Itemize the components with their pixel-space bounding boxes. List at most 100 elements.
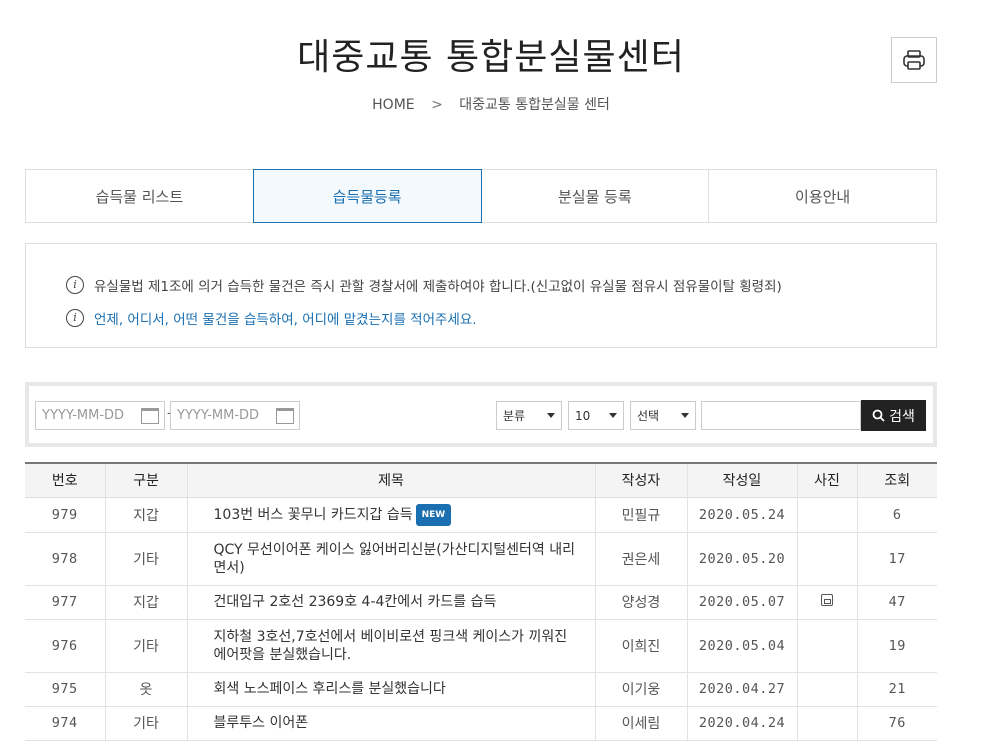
row-subject-link[interactable]: 지하철 3호선,7호선에서 베이비로션 핑크색 케이스가 끼워진 에어팟을 분실… bbox=[214, 629, 568, 663]
breadcrumb-home[interactable]: HOME bbox=[372, 97, 414, 113]
table-row[interactable]: 979 지갑 103번 버스 꽃무니 카드지갑 습득 NEW 민필규 2020.0… bbox=[25, 497, 937, 533]
tab-lost-register[interactable]: 분실물 등록 bbox=[481, 170, 710, 222]
row-photo bbox=[797, 706, 858, 741]
row-date: 2020.04.27 bbox=[687, 672, 798, 707]
row-views: 6 bbox=[857, 497, 937, 533]
notice-text-guide: 언제, 어디서, 어떤 물건을 습득하여, 어디에 맡겼는지를 적어주세요. bbox=[94, 311, 477, 328]
search-field-select-value: 선택 bbox=[637, 409, 660, 423]
tab-found-list[interactable]: 습득물 리스트 bbox=[26, 170, 254, 222]
row-date: 2020.04.24 bbox=[687, 706, 798, 741]
row-subject-cell[interactable]: 103번 버스 꽃무니 카드지갑 습득 NEW bbox=[187, 497, 596, 533]
row-author: 민필규 bbox=[595, 497, 688, 533]
search-button-label: 검색 bbox=[889, 408, 915, 425]
photo-attached-icon bbox=[821, 594, 833, 606]
printer-icon bbox=[903, 50, 925, 70]
notice-box: i 유실물법 제1조에 의거 습득한 물건은 즉시 관할 경찰서에 제출하여야 … bbox=[25, 243, 937, 348]
notice-line-guide: i 언제, 어디서, 어떤 물건을 습득하여, 어디에 맡겼는지를 적어주세요. bbox=[66, 301, 936, 334]
table-row[interactable]: 977 지갑 건대입구 2호선 2369호 4-4칸에서 카드를 습득 양성경 … bbox=[25, 585, 937, 620]
column-header-subject: 제목 bbox=[187, 462, 596, 498]
info-icon: i bbox=[66, 275, 84, 294]
row-views: 76 bbox=[857, 706, 937, 741]
row-photo bbox=[797, 585, 858, 620]
row-subject-cell[interactable]: 지하철 3호선,7호선에서 베이비로션 핑크색 케이스가 끼워진 에어팟을 분실… bbox=[187, 619, 596, 673]
page-size-select[interactable]: 10 bbox=[568, 401, 624, 430]
row-photo bbox=[797, 497, 858, 533]
tab-guide[interactable]: 이용안내 bbox=[709, 170, 936, 222]
row-author: 이희진 bbox=[595, 619, 688, 673]
row-category: 지갑 bbox=[105, 497, 188, 533]
row-number: 978 bbox=[25, 532, 106, 586]
row-number: 977 bbox=[25, 585, 106, 620]
column-header-author: 작성자 bbox=[595, 462, 688, 498]
info-icon: i bbox=[66, 308, 84, 327]
table-row[interactable]: 978 기타 QCY 무선이어폰 케이스 잃어버리신분(가산디지털센터역 내리면… bbox=[25, 532, 937, 586]
found-items-table: 번호 구분 제목 작성자 작성일 사진 조회 979 지갑 103번 버스 꽃무… bbox=[25, 462, 937, 741]
table-row[interactable]: 976 기타 지하철 3호선,7호선에서 베이비로션 핑크색 케이스가 끼워진 … bbox=[25, 619, 937, 673]
column-header-photo: 사진 bbox=[797, 462, 858, 498]
row-subject-link[interactable]: 회색 노스페이스 후리스를 분실했습니다 bbox=[214, 681, 446, 697]
row-views: 17 bbox=[857, 532, 937, 586]
search-button[interactable]: 검색 bbox=[861, 400, 926, 431]
category-select-value: 분류 bbox=[503, 409, 526, 423]
calendar-icon[interactable] bbox=[141, 407, 159, 424]
row-views: 19 bbox=[857, 619, 937, 673]
row-subject-link[interactable]: QCY 무선이어폰 케이스 잃어버리신분(가산디지털센터역 내리면서) bbox=[214, 542, 575, 576]
chevron-down-icon bbox=[681, 413, 689, 418]
row-author: 이기웅 bbox=[595, 672, 688, 707]
row-category: 기타 bbox=[105, 619, 188, 673]
column-header-number: 번호 bbox=[25, 462, 106, 498]
tab-found-register[interactable]: 습득물등록 bbox=[252, 169, 482, 223]
table-row[interactable]: 975 옷 회색 노스페이스 후리스를 분실했습니다 이기웅 2020.04.2… bbox=[25, 672, 937, 707]
chevron-down-icon bbox=[547, 413, 555, 418]
row-subject-cell[interactable]: 회색 노스페이스 후리스를 분실했습니다 bbox=[187, 672, 596, 707]
row-category: 지갑 bbox=[105, 585, 188, 620]
table-row[interactable]: 974 기타 블루투스 이어폰 이세림 2020.04.24 76 bbox=[25, 706, 937, 741]
page-title: 대중교통 통합분실물센터 bbox=[297, 37, 685, 78]
date-to-placeholder: YYYY-MM-DD bbox=[177, 408, 260, 423]
row-photo bbox=[797, 532, 858, 586]
row-views: 47 bbox=[857, 585, 937, 620]
row-subject-link[interactable]: 블루투스 이어폰 bbox=[214, 715, 309, 731]
row-date: 2020.05.04 bbox=[687, 619, 798, 673]
row-subject-link[interactable]: 103번 버스 꽃무니 카드지갑 습득 bbox=[214, 507, 413, 523]
search-field-select[interactable]: 선택 bbox=[630, 401, 696, 430]
row-date: 2020.05.20 bbox=[687, 532, 798, 586]
notice-text-law: 유실물법 제1조에 의거 습득한 물건은 즉시 관할 경찰서에 제출하여야 합니… bbox=[94, 278, 782, 295]
column-header-date: 작성일 bbox=[687, 462, 798, 498]
row-views: 21 bbox=[857, 672, 937, 707]
row-date: 2020.05.07 bbox=[687, 585, 798, 620]
calendar-icon[interactable] bbox=[276, 407, 294, 424]
row-subject-cell[interactable]: 건대입구 2호선 2369호 4-4칸에서 카드를 습득 bbox=[187, 585, 596, 620]
row-date: 2020.05.24 bbox=[687, 497, 798, 533]
search-panel: YYYY-MM-DD - YYYY-MM-DD 분류 10 선택 검색 bbox=[25, 382, 937, 447]
date-to-field[interactable]: YYYY-MM-DD bbox=[170, 401, 300, 430]
tab-bar: 습득물 리스트 습득물등록 분실물 등록 이용안내 bbox=[25, 169, 937, 223]
row-subject-link[interactable]: 건대입구 2호선 2369호 4-4칸에서 카드를 습득 bbox=[214, 594, 497, 610]
breadcrumb-current: 대중교통 통합분실물 센터 bbox=[459, 97, 610, 113]
date-from-placeholder: YYYY-MM-DD bbox=[42, 408, 125, 423]
row-category: 기타 bbox=[105, 532, 188, 586]
row-number: 976 bbox=[25, 619, 106, 673]
row-photo bbox=[797, 672, 858, 707]
breadcrumb: HOME > 대중교통 통합분실물 센터 bbox=[0, 94, 982, 114]
print-button[interactable] bbox=[891, 37, 937, 83]
row-number: 974 bbox=[25, 706, 106, 741]
column-header-views: 조회 bbox=[857, 462, 937, 498]
row-subject-cell[interactable]: QCY 무선이어폰 케이스 잃어버리신분(가산디지털센터역 내리면서) bbox=[187, 532, 596, 586]
row-subject-cell[interactable]: 블루투스 이어폰 bbox=[187, 706, 596, 741]
keyword-input[interactable] bbox=[701, 401, 861, 430]
row-author: 이세림 bbox=[595, 706, 688, 741]
new-badge: NEW bbox=[415, 503, 452, 526]
date-from-field[interactable]: YYYY-MM-DD bbox=[35, 401, 165, 430]
category-select[interactable]: 분류 bbox=[496, 401, 562, 430]
row-number: 979 bbox=[25, 497, 106, 533]
row-author: 양성경 bbox=[595, 585, 688, 620]
page-size-select-value: 10 bbox=[575, 408, 591, 423]
breadcrumb-separator: > bbox=[431, 97, 443, 113]
column-header-category: 구분 bbox=[105, 462, 188, 498]
chevron-down-icon bbox=[609, 413, 617, 418]
notice-line-law: i 유실물법 제1조에 의거 습득한 물건은 즉시 관할 경찰서에 제출하여야 … bbox=[66, 268, 936, 301]
row-author: 권은세 bbox=[595, 532, 688, 586]
search-icon bbox=[872, 409, 885, 422]
row-category: 기타 bbox=[105, 706, 188, 741]
